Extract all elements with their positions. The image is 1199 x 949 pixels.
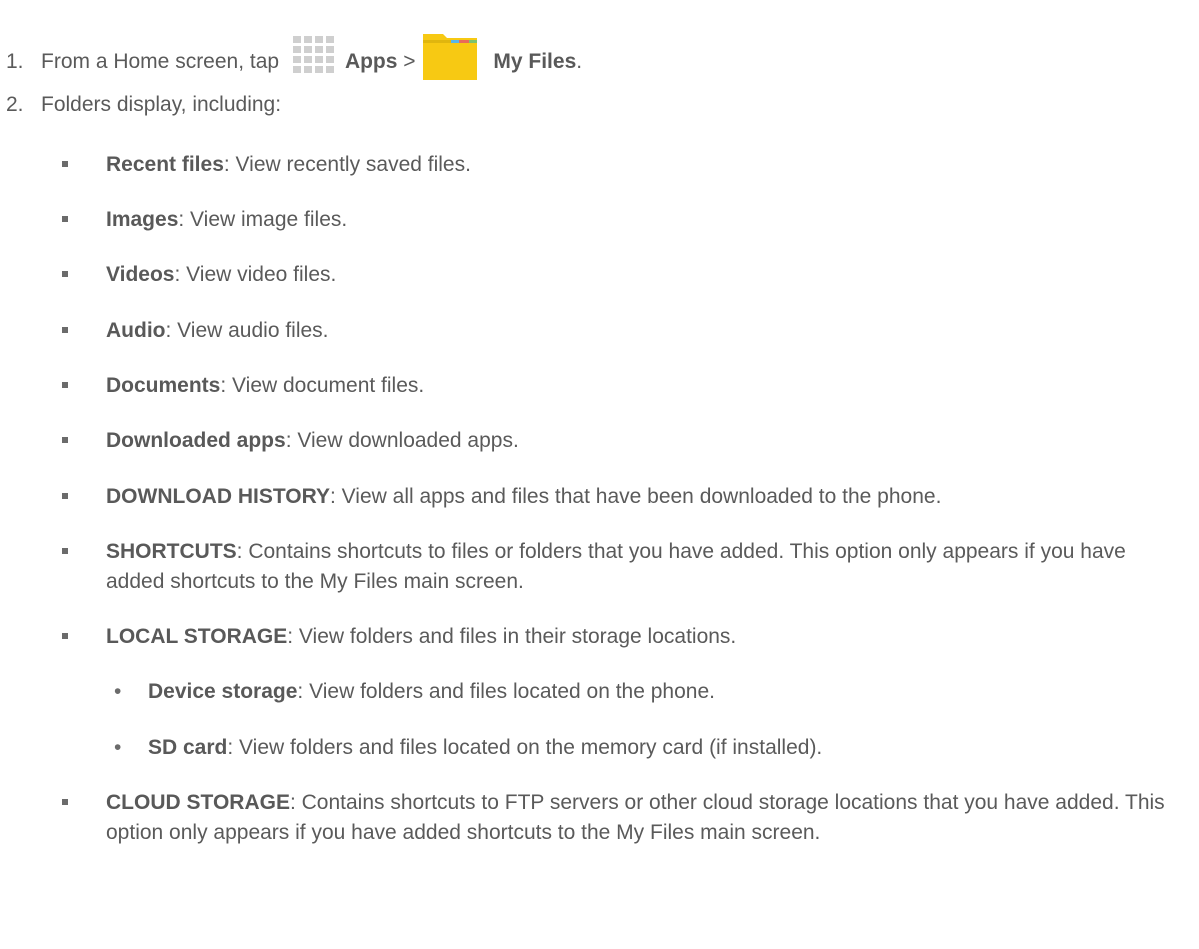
- bullet-square-icon: [62, 633, 68, 639]
- separator: >: [403, 50, 416, 73]
- step-number: 1.: [6, 50, 24, 73]
- list-item: Images: View image files.: [62, 205, 1186, 235]
- list-item: LOCAL STORAGE: View folders and files in…: [62, 622, 1186, 652]
- item-term: SHORTCUTS: [106, 540, 237, 563]
- item-term: CLOUD STORAGE: [106, 791, 290, 814]
- item-desc: : View recently saved files.: [223, 153, 471, 176]
- list-item: CLOUD STORAGE: Contains shortcuts to FTP…: [62, 788, 1186, 848]
- list-item: DOWNLOAD HISTORY: View all apps and file…: [62, 482, 1186, 512]
- bullet-dot-icon: •: [114, 680, 122, 703]
- sub-item-term: Device storage: [148, 680, 298, 703]
- item-term: Downloaded apps: [106, 429, 286, 452]
- list-item: SHORTCUTS: Contains shortcuts to files o…: [62, 537, 1186, 597]
- item-desc: : View image files.: [178, 208, 348, 231]
- item-term: Videos: [106, 263, 175, 286]
- sub-item-term: SD card: [148, 736, 228, 759]
- item-desc: : View downloaded apps.: [285, 429, 519, 452]
- bullet-square-icon: [62, 327, 68, 333]
- list-item: Recent files: View recently saved files.: [62, 150, 1186, 180]
- item-term: DOWNLOAD HISTORY: [106, 485, 330, 508]
- bullet-square-icon: [62, 161, 68, 167]
- step-1: 1. From a Home screen, tap Apps > My File…: [6, 30, 582, 82]
- step-number: 2.: [6, 93, 24, 116]
- step-text: From a Home screen, tap: [41, 50, 280, 73]
- apps-grid-icon: [285, 34, 341, 78]
- sub-list-item: • Device storage: View folders and files…: [114, 677, 1188, 707]
- item-desc: : View all apps and files that have been…: [330, 485, 942, 508]
- bullet-dot-icon: •: [114, 736, 122, 759]
- item-desc: : View folders and files in their storag…: [287, 625, 737, 648]
- bullet-square-icon: [62, 271, 68, 277]
- bullet-square-icon: [62, 382, 68, 388]
- item-term: Documents: [106, 374, 221, 397]
- item-desc: : View document files.: [220, 374, 425, 397]
- apps-label: Apps: [344, 50, 398, 73]
- item-desc: : View audio files.: [165, 319, 329, 342]
- item-term: Recent files: [106, 153, 224, 176]
- list-item: Videos: View video files.: [62, 260, 1186, 290]
- sub-item-desc: : View folders and files located on the …: [227, 736, 823, 759]
- item-term: LOCAL STORAGE: [106, 625, 288, 648]
- list-item: Documents: View document files.: [62, 371, 1186, 401]
- bullet-square-icon: [62, 216, 68, 222]
- item-term: Images: [106, 208, 179, 231]
- item-desc: : Contains shortcuts to files or folders…: [106, 540, 1126, 593]
- my-files-label: My Files: [493, 50, 577, 73]
- bullet-square-icon: [62, 493, 68, 499]
- list-item: Audio: View audio files.: [62, 316, 1186, 346]
- sub-item-desc: : View folders and files located on the …: [297, 680, 715, 703]
- bullet-square-icon: [62, 437, 68, 443]
- my-files-folder-icon: [421, 30, 479, 82]
- step-text: Folders display, including:: [41, 93, 282, 116]
- item-term: Audio: [106, 319, 166, 342]
- bullet-square-icon: [62, 548, 68, 554]
- bullet-square-icon: [62, 799, 68, 805]
- step-2: 2. Folders display, including:: [6, 90, 281, 120]
- item-desc: : View video files.: [174, 263, 337, 286]
- sub-list-item: • SD card: View folders and files locate…: [114, 733, 1188, 763]
- list-item: Downloaded apps: View downloaded apps.: [62, 426, 1186, 456]
- period: .: [576, 50, 583, 73]
